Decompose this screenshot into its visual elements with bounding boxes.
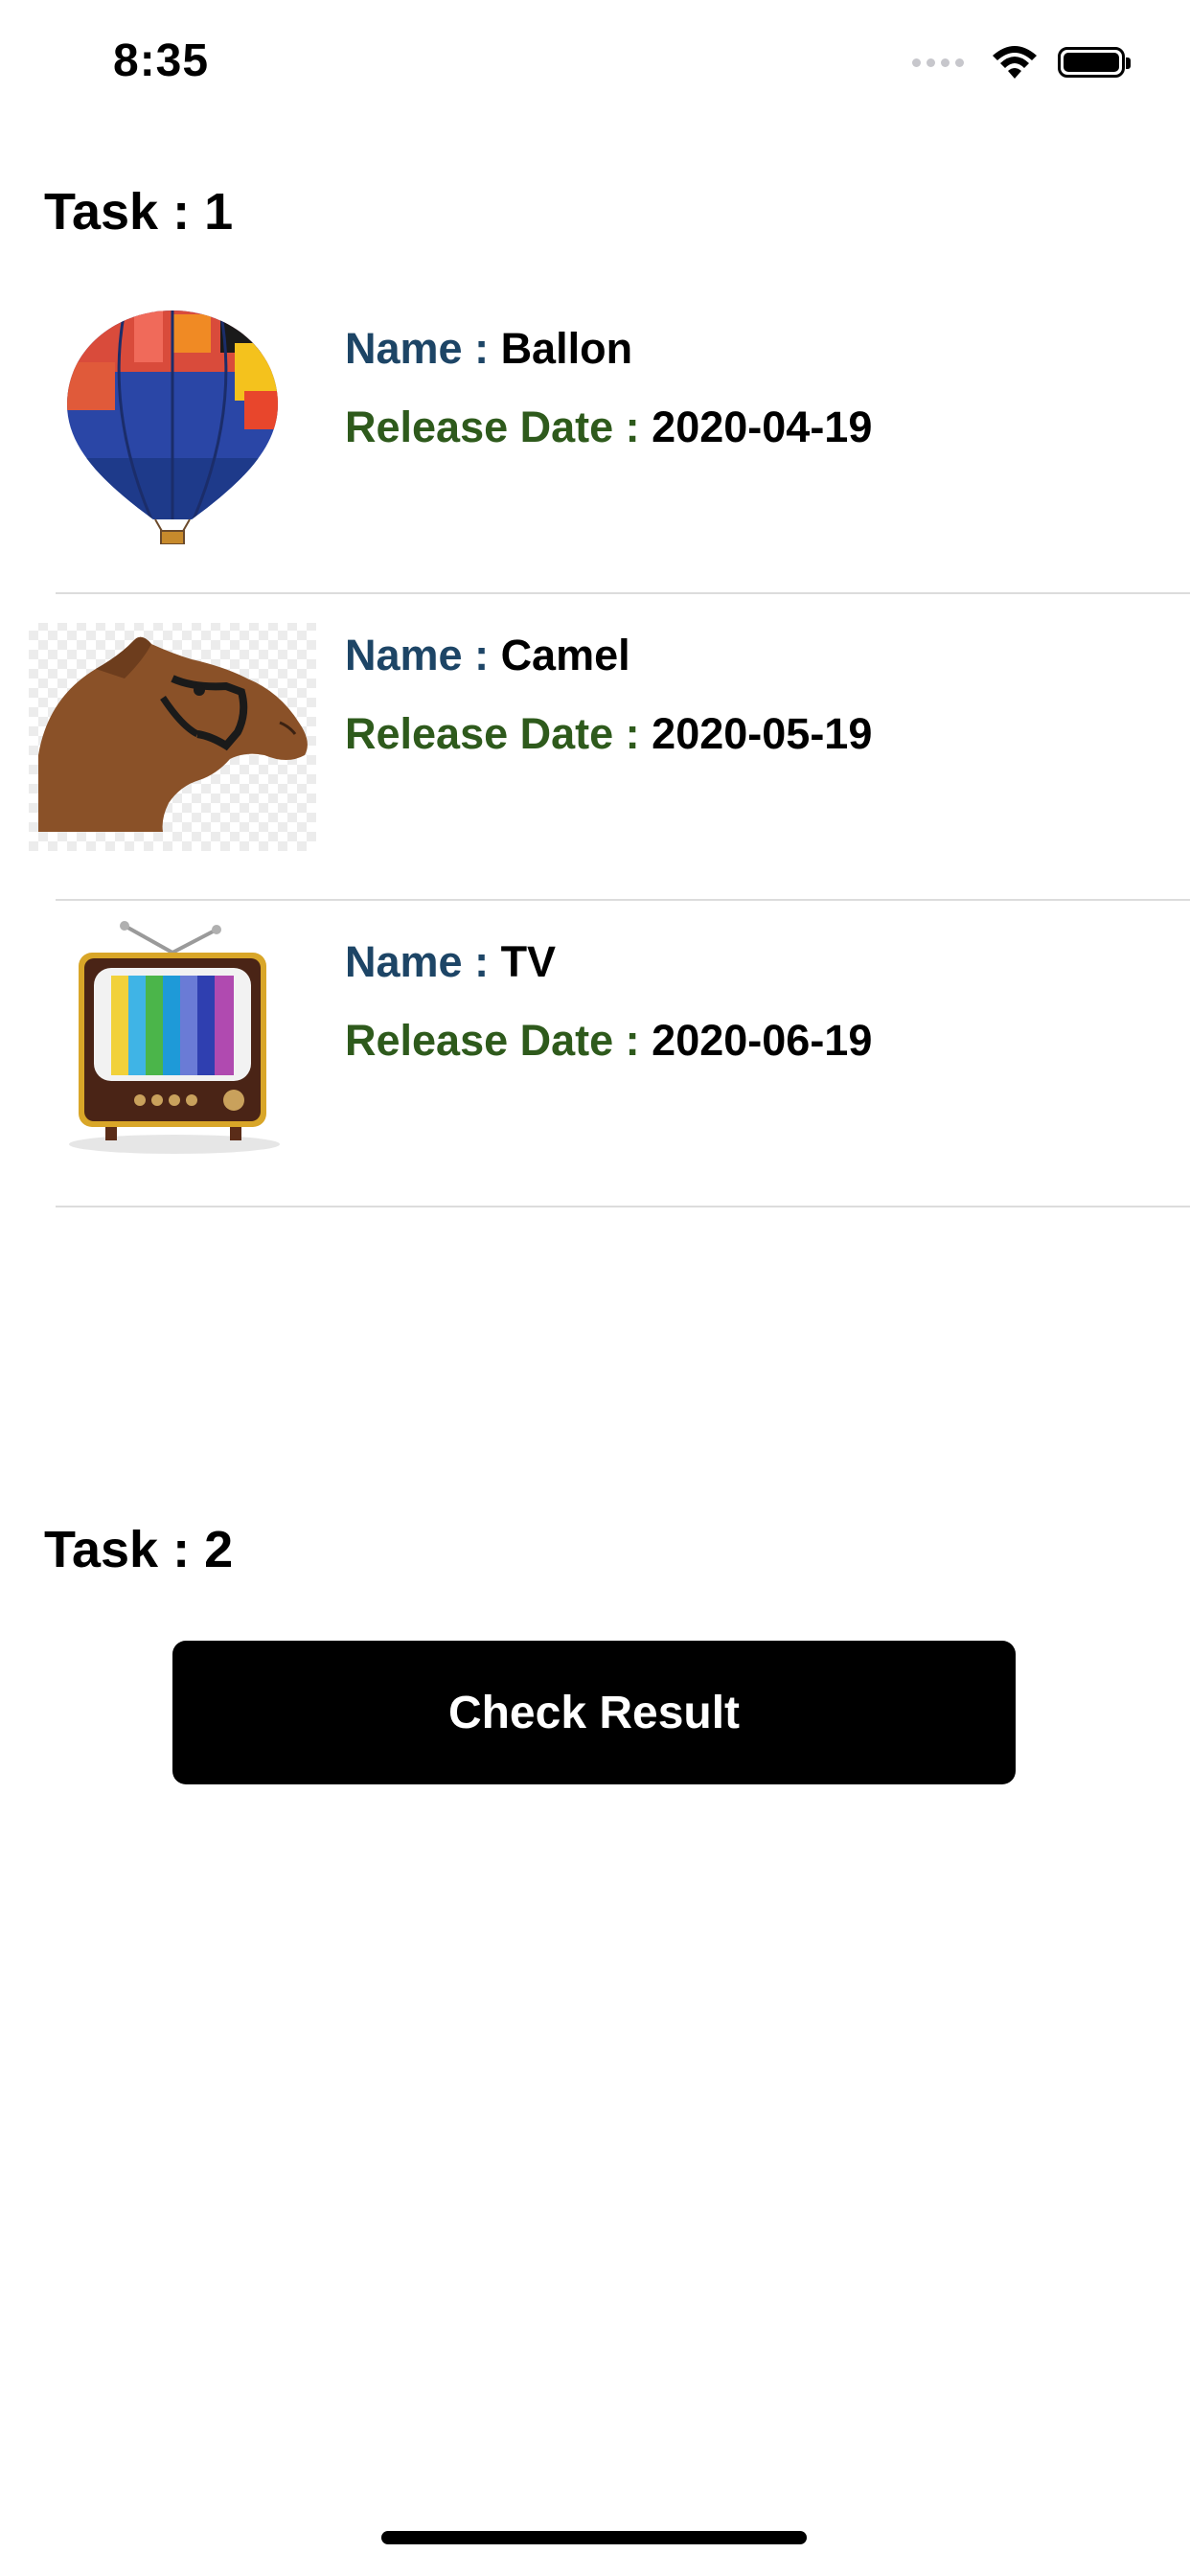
task-1-title: Task : 1 — [44, 183, 234, 241]
list-item[interactable]: Name : Camel Release Date : 2020-05-19 — [0, 594, 1190, 901]
name-label: Name : — [345, 937, 501, 986]
name-line: Name : Ballon — [345, 322, 872, 376]
camel-image — [29, 611, 316, 851]
list-item[interactable]: Name : TV Release Date : 2020-06-19 — [0, 901, 1190, 1208]
item-name: Ballon — [500, 324, 633, 373]
item-info: Name : TV Release Date : 2020-06-19 — [345, 935, 872, 1092]
check-result-button[interactable]: Check Result — [172, 1641, 1016, 1784]
release-date-line: Release Date : 2020-04-19 — [345, 401, 872, 454]
home-indicator[interactable] — [381, 2531, 807, 2544]
name-line: Name : TV — [345, 935, 872, 989]
wifi-icon — [993, 46, 1037, 79]
retro-tv-image — [29, 918, 316, 1158]
hot-air-balloon-image — [29, 305, 316, 544]
release-date-line: Release Date : 2020-05-19 — [345, 707, 872, 761]
release-date-value: 2020-06-19 — [652, 1016, 873, 1065]
signal-dots-icon — [912, 58, 964, 67]
release-date-value: 2020-05-19 — [652, 709, 873, 758]
release-date-value: 2020-04-19 — [652, 402, 873, 451]
task-2-title: Task : 2 — [44, 1521, 234, 1578]
release-date-label: Release Date : — [345, 709, 652, 758]
name-label: Name : — [345, 324, 501, 373]
status-icons — [912, 42, 1131, 82]
name-label: Name : — [345, 631, 501, 679]
item-name: Camel — [500, 631, 630, 679]
name-line: Name : Camel — [345, 629, 872, 682]
release-date-line: Release Date : 2020-06-19 — [345, 1014, 872, 1068]
item-info: Name : Ballon Release Date : 2020-04-19 — [345, 322, 872, 479]
status-time: 8:35 — [113, 35, 210, 86]
item-info: Name : Camel Release Date : 2020-05-19 — [345, 629, 872, 786]
battery-icon — [1058, 47, 1131, 78]
list-item[interactable]: Name : Ballon Release Date : 2020-04-19 — [0, 288, 1190, 594]
item-name: TV — [500, 937, 557, 986]
task-list: Name : Ballon Release Date : 2020-04-19 — [0, 288, 1190, 1208]
release-date-label: Release Date : — [345, 402, 652, 451]
release-date-label: Release Date : — [345, 1016, 652, 1065]
